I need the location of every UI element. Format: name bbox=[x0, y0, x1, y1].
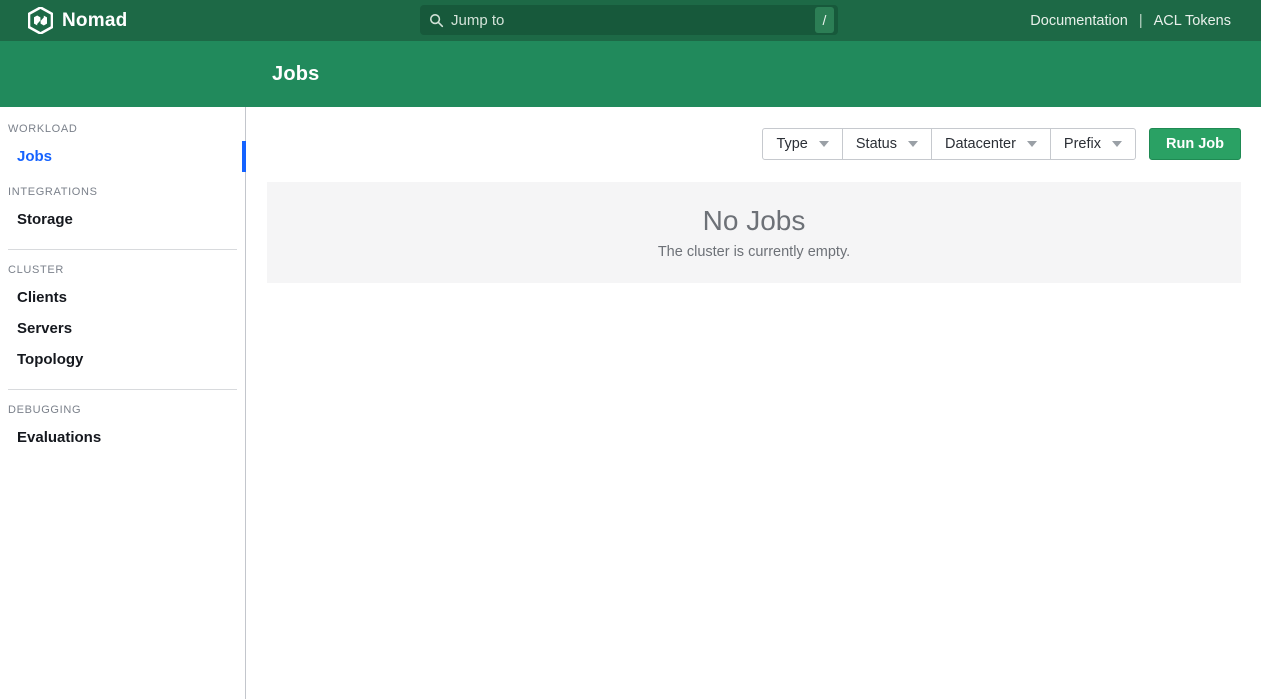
run-job-button[interactable]: Run Job bbox=[1149, 128, 1241, 160]
sidebar-divider bbox=[8, 249, 237, 250]
page-title: Jobs bbox=[272, 63, 319, 86]
sidebar-section-cluster: CLUSTER bbox=[8, 264, 237, 276]
sidebar-section-integrations: INTEGRATIONS bbox=[8, 186, 237, 198]
link-separator: | bbox=[1139, 13, 1143, 29]
status-filter-label: Status bbox=[856, 136, 897, 152]
chevron-down-icon bbox=[819, 141, 829, 147]
sidebar-section-workload: WORKLOAD bbox=[8, 123, 237, 135]
sidebar-section-debugging: DEBUGGING bbox=[8, 404, 237, 416]
chevron-down-icon bbox=[1027, 141, 1037, 147]
sidebar-item-servers[interactable]: Servers bbox=[0, 313, 245, 344]
sidebar-divider bbox=[8, 389, 237, 390]
search-icon bbox=[429, 13, 444, 28]
empty-state-panel: No Jobs The cluster is currently empty. bbox=[267, 182, 1241, 283]
top-navigation-bar: Nomad / Documentation | ACL Tokens bbox=[0, 0, 1261, 41]
brand-name: Nomad bbox=[62, 10, 127, 32]
datacenter-filter-label: Datacenter bbox=[945, 136, 1016, 152]
chevron-down-icon bbox=[1112, 141, 1122, 147]
documentation-link[interactable]: Documentation bbox=[1030, 13, 1128, 29]
page-header: Jobs bbox=[0, 41, 1261, 107]
jump-to-search[interactable]: / bbox=[420, 5, 838, 35]
empty-state-title: No Jobs bbox=[703, 205, 806, 237]
sidebar-item-topology[interactable]: Topology bbox=[0, 344, 245, 375]
search-input[interactable] bbox=[451, 12, 815, 29]
nomad-logo-icon bbox=[28, 7, 53, 34]
keyboard-shortcut-badge: / bbox=[815, 7, 834, 33]
sidebar-item-jobs[interactable]: Jobs bbox=[0, 141, 245, 172]
sidebar-navigation: WORKLOAD Jobs INTEGRATIONS Storage CLUST… bbox=[0, 107, 246, 699]
prefix-filter-dropdown[interactable]: Prefix bbox=[1050, 128, 1136, 160]
type-filter-dropdown[interactable]: Type bbox=[762, 128, 842, 160]
empty-state-message: The cluster is currently empty. bbox=[658, 244, 850, 260]
jobs-toolbar: Type Status Datacenter Prefix Run Job bbox=[267, 128, 1241, 160]
datacenter-filter-dropdown[interactable]: Datacenter bbox=[931, 128, 1051, 160]
acl-tokens-link[interactable]: ACL Tokens bbox=[1154, 13, 1231, 29]
sidebar-item-evaluations[interactable]: Evaluations bbox=[0, 422, 245, 453]
prefix-filter-label: Prefix bbox=[1064, 136, 1101, 152]
status-filter-dropdown[interactable]: Status bbox=[842, 128, 932, 160]
topbar-links: Documentation | ACL Tokens bbox=[1030, 0, 1231, 41]
type-filter-label: Type bbox=[776, 136, 807, 152]
sidebar-item-clients[interactable]: Clients bbox=[0, 282, 245, 313]
filter-group: Type Status Datacenter Prefix bbox=[762, 128, 1136, 160]
nomad-brand[interactable]: Nomad bbox=[28, 7, 127, 34]
chevron-down-icon bbox=[908, 141, 918, 147]
sidebar-item-storage[interactable]: Storage bbox=[0, 204, 245, 235]
main-content: Type Status Datacenter Prefix Run Job bbox=[246, 107, 1261, 699]
